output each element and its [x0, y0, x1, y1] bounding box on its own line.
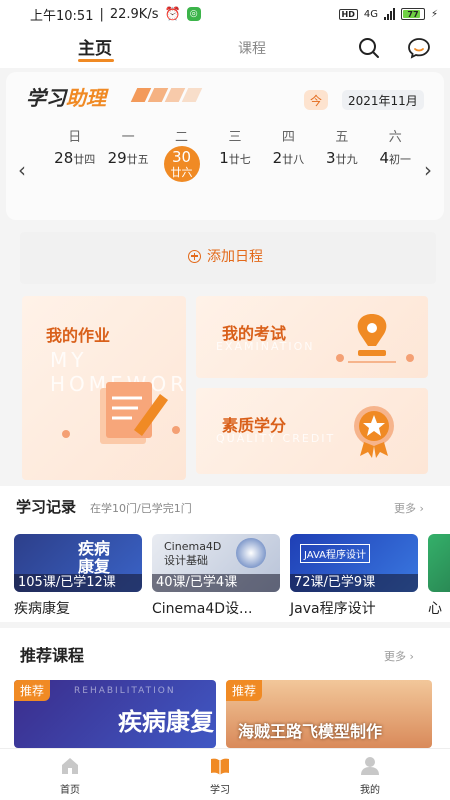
tree-icon	[172, 426, 180, 434]
user-icon	[361, 757, 379, 775]
decorative-stripes	[130, 88, 203, 102]
recommend-card-rehab[interactable]: 推荐 REHABILITATION 疾病康复	[14, 680, 216, 748]
calendar-day[interactable]: 1廿七	[208, 148, 261, 182]
course-thumbnail: 疾病 康复 105课/已学12课	[14, 534, 142, 592]
course-name: 心	[428, 601, 442, 617]
recommend-title: 推荐课程	[20, 646, 85, 665]
bottom-nav-home[interactable]: 首页	[40, 755, 100, 796]
wechat-notification-icon: ◎	[186, 7, 201, 21]
battery-icon: 77	[400, 8, 425, 20]
weekday-label: 五	[335, 130, 349, 145]
thumb-title: Cinema4D 设计基础	[164, 540, 222, 567]
course-thumbnail: JAVA程序设计 72课/已学9课	[290, 534, 418, 592]
top-nav: 主页 课程	[0, 28, 450, 68]
search-icon[interactable]	[355, 34, 383, 62]
hd-icon: HD	[338, 8, 358, 20]
calendar-day[interactable]: 29廿五	[101, 148, 154, 182]
recommend-section: 推荐课程 更多 › 推荐 REHABILITATION 疾病康复 推荐 海贼王路…	[0, 628, 450, 748]
weekday-label: 六	[388, 130, 402, 145]
thumb-title: JAVA程序设计	[300, 544, 371, 563]
tree-icon	[406, 354, 414, 362]
today-button[interactable]: 今	[304, 90, 328, 110]
homework-title: 我的作业	[46, 326, 111, 345]
home-icon	[62, 758, 78, 774]
add-schedule-label: 添加日程	[207, 249, 263, 265]
study-record-more-link[interactable]: 更多 ›	[394, 500, 424, 516]
status-speed: 22.9K/s	[109, 6, 159, 22]
status-bar: 上午10:51 | 22.9K/s ⏰ ◎ HD 4G 77 ⚡	[0, 0, 450, 28]
recommend-card-text: 疾病康复	[118, 708, 214, 736]
feature-cards: 我的作业 MY HOMEWORK 我的考试 EXAMINATION 素质学分 Q…	[0, 290, 450, 480]
tab-home[interactable]: 主页	[78, 34, 112, 59]
cinema4d-logo-icon	[236, 538, 266, 568]
course-progress: 105课/已学12课	[14, 574, 142, 592]
study-assistant-panel: 学习助理 今 2021年11月 日 一 二 三 四 五 六 ‹ 28廿四 29廿…	[6, 72, 444, 220]
recommend-more-link[interactable]: 更多 ›	[384, 648, 414, 664]
course-name: 疾病康复	[14, 601, 70, 617]
message-icon[interactable]	[405, 34, 433, 62]
add-icon	[188, 249, 201, 263]
recommend-tag: 推荐	[226, 680, 263, 701]
weekday-header: 日 一 二 三 四 五 六	[48, 126, 422, 145]
course-card-partial[interactable]: 心	[428, 534, 450, 618]
calendar-day[interactable]: 2廿八	[262, 148, 315, 182]
weekday-label: 二	[175, 130, 189, 145]
alarm-icon: ⏰	[164, 6, 181, 22]
bottom-nav: 首页 学习 我的	[0, 748, 450, 800]
tab-course[interactable]: 课程	[238, 38, 266, 58]
my-exam-card[interactable]: 我的考试 EXAMINATION	[196, 296, 428, 378]
my-homework-card[interactable]: 我的作业 MY HOMEWORK	[22, 296, 186, 480]
study-record-subtitle: 在学10门/已学完1门	[90, 502, 192, 515]
exam-watermark: EXAMINATION	[216, 340, 315, 353]
study-record-section: 学习记录 在学10门/已学完1门 更多 › 疾病 康复 105课/已学12课 疾病…	[0, 486, 450, 622]
signal-icon	[383, 8, 395, 20]
status-time: 上午10:51	[30, 8, 94, 24]
assistant-title: 学习助理	[26, 86, 106, 110]
exam-illustration-icon	[348, 314, 396, 363]
prev-week-arrow-icon[interactable]: ‹	[18, 158, 26, 182]
course-name: Java程序设计	[290, 601, 376, 617]
next-week-arrow-icon[interactable]: ›	[424, 158, 432, 182]
course-card-cinema4d[interactable]: Cinema4D 设计基础 40课/已学4课 Cinema4D设...	[152, 534, 280, 618]
weekday-label: 三	[228, 130, 242, 145]
recommend-card-text: 海贼王路飞模型制作	[238, 722, 383, 741]
tree-icon	[336, 354, 344, 362]
course-name: Cinema4D设...	[152, 601, 253, 617]
study-record-title: 学习记录	[16, 498, 77, 516]
course-thumbnail: Cinema4D 设计基础 40课/已学4课	[152, 534, 280, 592]
calendar-day-selected[interactable]: 30 廿六	[155, 146, 208, 182]
course-thumbnail	[428, 534, 450, 592]
book-icon	[211, 758, 229, 775]
recommend-tag: 推荐	[14, 680, 51, 701]
homework-illustration-icon	[100, 382, 168, 444]
recommend-card-onepiece[interactable]: 推荐 海贼王路飞模型制作	[226, 680, 432, 748]
calendar-day[interactable]: 4初一	[369, 148, 422, 182]
bottom-nav-study[interactable]: 学习	[190, 755, 250, 796]
thumb-title: 疾病 康复	[78, 539, 111, 576]
course-card-rehab[interactable]: 疾病 康复 105课/已学12课 疾病康复	[14, 534, 142, 618]
active-tab-indicator	[78, 59, 114, 62]
add-schedule-button[interactable]: 添加日程	[20, 232, 436, 284]
network-label: 4G	[363, 8, 378, 20]
course-progress: 40课/已学4课	[152, 574, 280, 592]
credit-medal-icon	[354, 406, 394, 458]
month-selector[interactable]: 2021年11月	[342, 90, 424, 110]
calendar-day[interactable]: 3廿九	[315, 148, 368, 182]
week-days: 28廿四 29廿五 30 廿六 1廿七 2廿八 3廿九 4初一	[48, 146, 422, 182]
charging-icon: ⚡	[430, 8, 438, 20]
weekday-label: 一	[121, 130, 135, 145]
credit-watermark: QUALITY CREDIT	[216, 432, 336, 445]
bottom-nav-mine[interactable]: 我的	[340, 755, 400, 796]
rehab-watermark: REHABILITATION	[74, 686, 176, 696]
weekday-label: 四	[281, 130, 295, 145]
calendar-day[interactable]: 28廿四	[48, 148, 101, 182]
tree-icon	[62, 430, 70, 438]
course-progress: 72课/已学9课	[290, 574, 418, 592]
course-card-java[interactable]: JAVA程序设计 72课/已学9课 Java程序设计	[290, 534, 418, 618]
quality-credit-card[interactable]: 素质学分 QUALITY CREDIT	[196, 388, 428, 474]
weekday-label: 日	[68, 130, 82, 145]
